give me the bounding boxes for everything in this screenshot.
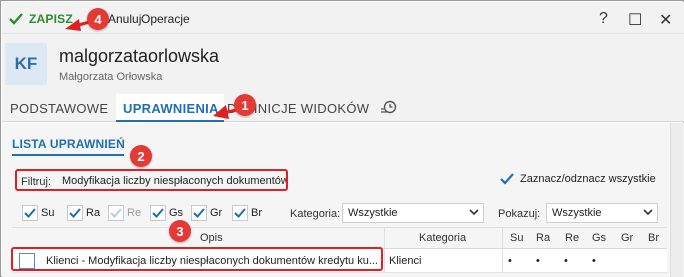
annotation-badge-4: 4 <box>87 8 109 30</box>
annotation-badge-2: 2 <box>130 145 152 167</box>
annotation-badge-1: 1 <box>234 94 256 116</box>
annotation-badge-3: 3 <box>169 220 191 242</box>
app-window: ZAPISZ Anuluj Operacje ? ☐ ✕ KF malgorza… <box>0 0 684 277</box>
annotation-arrows <box>65 19 242 119</box>
